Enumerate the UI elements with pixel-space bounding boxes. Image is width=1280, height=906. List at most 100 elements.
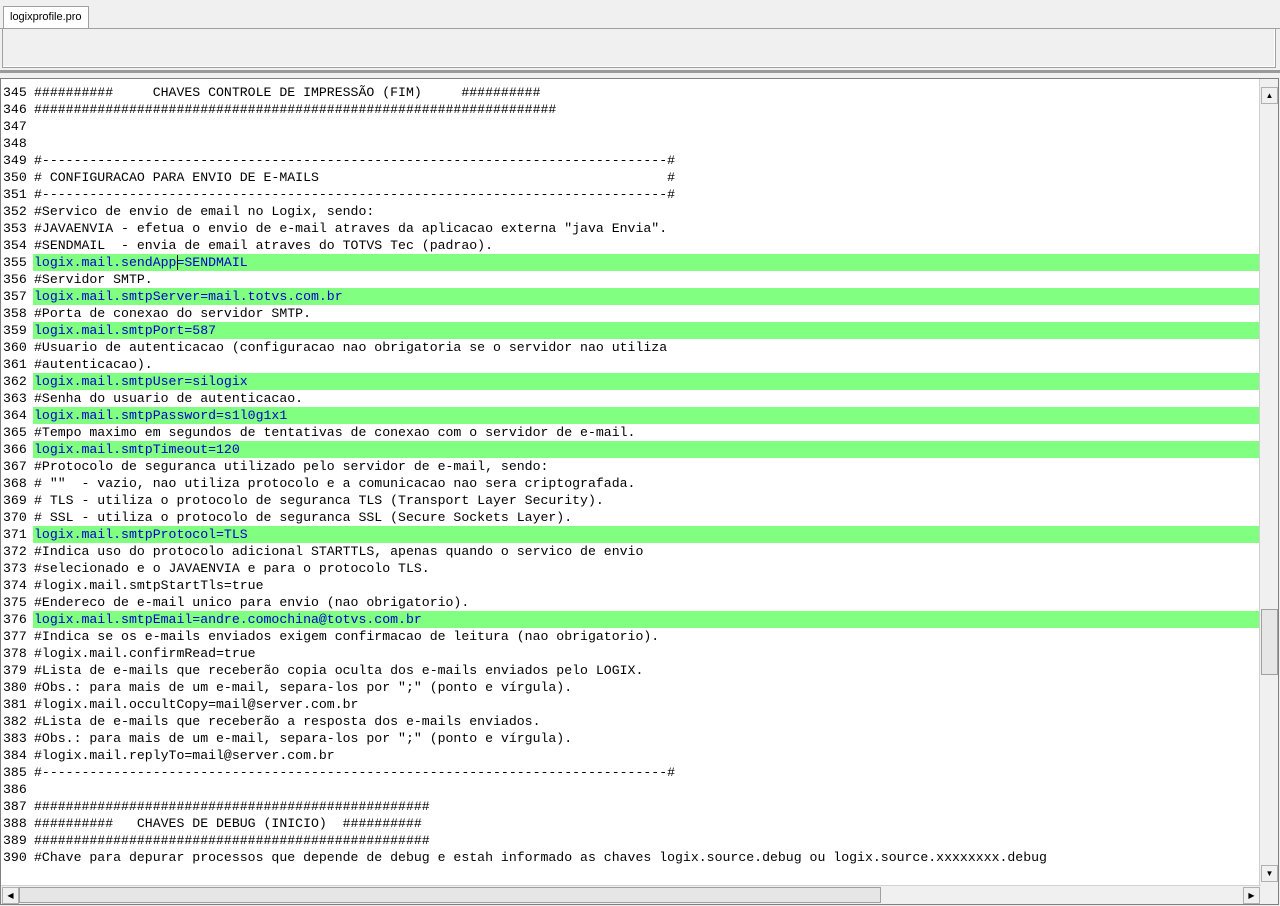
code-line[interactable]: 375 #Endereco de e-mail unico para envio … [3,594,1261,611]
line-text[interactable]: #Usuario de autenticacao (configuracao n… [33,339,1261,356]
line-text[interactable]: #Protocolo de seguranca utilizado pelo s… [33,458,1261,475]
code-line[interactable]: 364 logix.mail.smtpPassword=s1l0g1x1 [3,407,1261,424]
line-text[interactable]: #Lista de e-mails que receberão copia oc… [33,662,1261,679]
code-line[interactable]: 381 #logix.mail.occultCopy=mail@server.co… [3,696,1261,713]
line-text[interactable]: #---------------------------------------… [33,186,1261,203]
scroll-down-arrow-icon[interactable]: ▼ [1261,865,1278,882]
code-line[interactable]: 379 #Lista de e-mails que receberão copia… [3,662,1261,679]
splitter[interactable] [0,70,1280,73]
code-line[interactable]: 374 #logix.mail.smtpStartTls=true [3,577,1261,594]
line-text[interactable]: #logix.mail.occultCopy=mail@server.com.b… [33,696,1261,713]
horizontal-scroll-thumb[interactable] [19,887,881,903]
line-text[interactable]: #Lista de e-mails que receberão a respos… [33,713,1261,730]
code-area[interactable]: 345 ########## CHAVES CONTROLE DE IMPRESS… [3,84,1261,881]
line-text[interactable]: ########## CHAVES CONTROLE DE IMPRESSÃO … [33,84,1261,101]
line-text[interactable]: # CONFIGURACAO PARA ENVIO DE E-MAILS # [33,169,1261,186]
code-line[interactable]: 362 logix.mail.smtpUser=silogix [3,373,1261,390]
line-text[interactable]: #autenticacao). [33,356,1261,373]
code-line[interactable]: 354 #SENDMAIL - envia de email atraves do… [3,237,1261,254]
line-text[interactable]: #Obs.: para mais de um e-mail, separa-lo… [33,679,1261,696]
code-line[interactable]: 373 #selecionado e o JAVAENVIA e para o p… [3,560,1261,577]
line-text[interactable]: #logix.mail.smtpStartTls=true [33,577,1261,594]
code-line[interactable]: 377 #Indica se os e-mails enviados exigem… [3,628,1261,645]
code-line[interactable]: 372 #Indica uso do protocolo adicional ST… [3,543,1261,560]
scroll-up-arrow-icon[interactable]: ▲ [1261,87,1278,104]
line-text[interactable]: # TLS - utiliza o protocolo de seguranca… [33,492,1261,509]
code-line[interactable]: 371 logix.mail.smtpProtocol=TLS [3,526,1261,543]
scroll-left-arrow-icon[interactable]: ◀ [2,887,19,904]
code-line[interactable]: 363 #Senha do usuario de autenticacao. [3,390,1261,407]
line-text[interactable]: #logix.mail.replyTo=mail@server.com.br [33,747,1261,764]
code-line[interactable]: 378 #logix.mail.confirmRead=true [3,645,1261,662]
code-line[interactable]: 368 # "" - vazio, nao utiliza protocolo e… [3,475,1261,492]
code-line[interactable]: 352 #Servico de envio de email no Logix, … [3,203,1261,220]
code-line[interactable]: 350 # CONFIGURACAO PARA ENVIO DE E-MAILS … [3,169,1261,186]
line-text[interactable]: # "" - vazio, nao utiliza protocolo e a … [33,475,1261,492]
code-line[interactable]: 383 #Obs.: para mais de um e-mail, separa… [3,730,1261,747]
line-text[interactable]: logix.mail.smtpTimeout=120 [33,441,1261,458]
code-line[interactable]: 349 #------------------------------------… [3,152,1261,169]
line-text[interactable]: #Tempo maximo em segundos de tentativas … [33,424,1261,441]
code-line[interactable]: 380 #Obs.: para mais de um e-mail, separa… [3,679,1261,696]
line-text[interactable]: ########## CHAVES DE DEBUG (INICIO) ####… [33,815,1261,832]
line-text[interactable]: logix.mail.smtpPassword=s1l0g1x1 [33,407,1261,424]
vertical-scroll-thumb[interactable] [1261,609,1278,675]
line-text[interactable]: #Porta de conexao do servidor SMTP. [33,305,1261,322]
code-line[interactable]: 360 #Usuario de autenticacao (configuraca… [3,339,1261,356]
code-line[interactable]: 389 #####################################… [3,832,1261,849]
code-line[interactable]: 345 ########## CHAVES CONTROLE DE IMPRESS… [3,84,1261,101]
line-text[interactable]: #Obs.: para mais de um e-mail, separa-lo… [33,730,1261,747]
line-text[interactable]: #---------------------------------------… [33,764,1261,781]
line-text[interactable]: ########################################… [33,832,1261,849]
code-line[interactable]: 361 #autenticacao). [3,356,1261,373]
code-line[interactable]: 357 logix.mail.smtpServer=mail.totvs.com.… [3,288,1261,305]
code-line[interactable]: 370 # SSL - utiliza o protocolo de segura… [3,509,1261,526]
code-line[interactable]: 376 logix.mail.smtpEmail=andre.comochina@… [3,611,1261,628]
code-line[interactable]: 366 logix.mail.smtpTimeout=120 [3,441,1261,458]
line-text[interactable]: #logix.mail.confirmRead=true [33,645,1261,662]
code-line[interactable]: 346 #####################################… [3,101,1261,118]
code-line[interactable]: 358 #Porta de conexao do servidor SMTP. [3,305,1261,322]
code-line[interactable]: 348 [3,135,1261,152]
code-line[interactable]: 353 #JAVAENVIA - efetua o envio de e-mail… [3,220,1261,237]
line-text[interactable]: logix.mail.sendApp=SENDMAIL [33,254,1261,271]
code-line[interactable]: 355 logix.mail.sendApp=SENDMAIL [3,254,1261,271]
line-text[interactable]: logix.mail.smtpProtocol=TLS [33,526,1261,543]
line-text[interactable]: # SSL - utiliza o protocolo de seguranca… [33,509,1261,526]
line-text[interactable]: #Indica uso do protocolo adicional START… [33,543,1261,560]
line-text[interactable]: ########################################… [33,798,1261,815]
code-line[interactable]: 384 #logix.mail.replyTo=mail@server.com.b… [3,747,1261,764]
code-line[interactable]: 387 #####################################… [3,798,1261,815]
code-line[interactable]: 386 [3,781,1261,798]
code-line[interactable]: 351 #------------------------------------… [3,186,1261,203]
line-text[interactable]: #Endereco de e-mail unico para envio (na… [33,594,1261,611]
code-line[interactable]: 359 logix.mail.smtpPort=587 [3,322,1261,339]
line-text[interactable]: #Indica se os e-mails enviados exigem co… [33,628,1261,645]
line-text[interactable]: #Chave para depurar processos que depend… [33,849,1261,866]
line-text[interactable]: #Servidor SMTP. [33,271,1261,288]
line-text[interactable]: ########################################… [33,101,1261,118]
code-line[interactable]: 390 #Chave para depurar processos que dep… [3,849,1261,866]
code-editor[interactable]: 345 ########## CHAVES CONTROLE DE IMPRESS… [0,78,1279,905]
code-line[interactable]: 347 [3,118,1261,135]
vertical-scrollbar[interactable]: ▲ ▼ [1259,79,1278,886]
line-text[interactable]: #Senha do usuario de autenticacao. [33,390,1261,407]
code-line[interactable]: 369 # TLS - utiliza o protocolo de segura… [3,492,1261,509]
code-line[interactable]: 382 #Lista de e-mails que receberão a res… [3,713,1261,730]
line-text[interactable]: #JAVAENVIA - efetua o envio de e-mail at… [33,220,1261,237]
tab-logixprofile[interactable]: logixprofile.pro [3,6,89,28]
line-text[interactable]: logix.mail.smtpUser=silogix [33,373,1261,390]
line-text[interactable]: #selecionado e o JAVAENVIA e para o prot… [33,560,1261,577]
code-line[interactable]: 367 #Protocolo de seguranca utilizado pel… [3,458,1261,475]
line-text[interactable]: logix.mail.smtpServer=mail.totvs.com.br [33,288,1261,305]
line-text[interactable]: logix.mail.smtpPort=587 [33,322,1261,339]
line-text[interactable]: #SENDMAIL - envia de email atraves do TO… [33,237,1261,254]
code-line[interactable]: 388 ########## CHAVES DE DEBUG (INICIO) #… [3,815,1261,832]
code-line[interactable]: 385 #------------------------------------… [3,764,1261,781]
code-line[interactable]: 356 #Servidor SMTP. [3,271,1261,288]
scroll-right-arrow-icon[interactable]: ▶ [1243,887,1260,904]
code-line[interactable]: 365 #Tempo maximo em segundos de tentativ… [3,424,1261,441]
line-text[interactable]: #---------------------------------------… [33,152,1261,169]
line-text[interactable]: #Servico de envio de email no Logix, sen… [33,203,1261,220]
horizontal-scrollbar[interactable]: ◀ ▶ [1,885,1261,904]
